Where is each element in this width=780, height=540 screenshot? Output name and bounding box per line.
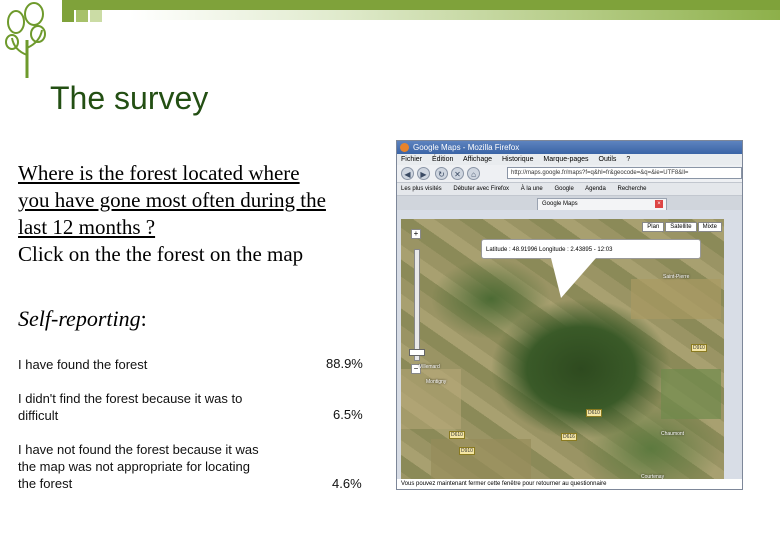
road-label: D910 [459,447,475,455]
road-label: D910 [691,344,707,352]
bookmarks-bar: Les plus visités Débuter avec Firefox À … [397,183,742,196]
self-reporting-colon: : [140,306,147,331]
survey-question: Where is the forest located where you ha… [18,160,398,268]
menu-item[interactable]: Historique [502,156,534,163]
bookmark-item[interactable]: À la une [521,186,543,192]
response-text: difficult [18,408,59,423]
question-line: Where is the forest located where [18,161,300,185]
coordinates-tooltip: Latitude : 48.91996 Longitude : 2.43895 … [481,239,701,259]
menu-item[interactable]: Marque-pages [543,156,588,163]
map-type-button[interactable]: Plan [642,222,665,232]
map-type-button[interactable]: Satellite [665,222,697,232]
slide-title: The survey [50,80,209,116]
response-percent: 88.9% [326,356,363,371]
response-text: the forest [18,476,73,491]
bookmark-item[interactable]: Les plus visités [401,186,442,192]
place-label: Montigny [426,379,447,385]
tree-logo-icon [5,2,46,78]
browser-tab[interactable]: Google Maps × [537,198,667,210]
browser-window-title: Google Maps - Mozilla Firefox [413,143,520,152]
browser-title-bar: Google Maps - Mozilla Firefox [397,141,742,154]
browser-window: Google Maps - Mozilla Firefox Fichier Éd… [396,140,743,490]
menu-item[interactable]: Outils [599,156,617,163]
browser-menu-bar: Fichier Édition Affichage Historique Mar… [397,154,742,165]
zoom-slider-knob[interactable] [409,349,425,356]
home-icon[interactable]: ⌂ [467,167,480,180]
response-text: I didn't find the forest because it was … [18,391,243,406]
bookmark-item[interactable]: Agenda [585,186,606,192]
header-stripe [62,0,780,10]
road-label: D616 [561,433,577,441]
menu-item[interactable]: Affichage [463,156,492,163]
road-label: D610 [586,409,602,417]
question-line: you have gone most often during the [18,188,326,212]
browser-tab-strip: Google Maps × [397,196,742,210]
back-arrow-icon[interactable]: ◀ [401,167,414,180]
place-label: Saint-Pierre [663,274,690,280]
menu-item[interactable]: Fichier [401,156,422,163]
question-instruction: Click on the the forest on the map [18,242,304,266]
place-label: Villemard [419,364,440,370]
header-square [76,10,88,22]
field-patch [631,279,721,319]
bookmark-item[interactable]: Recherche [618,186,647,192]
map-type-controls: Plan Satellite Mixte [641,222,722,232]
zoom-slider-rail[interactable] [414,249,420,361]
header-square [90,10,102,22]
question-line: last 12 months ? [18,215,156,239]
road-label: D610 [449,431,465,439]
field-patch [661,369,721,419]
map-type-button[interactable]: Mixte [697,222,722,232]
bookmark-item[interactable]: Google [554,186,573,192]
tooltip-pointer [551,258,596,298]
url-bar[interactable]: http://maps.google.fr/maps?f=q&hl=fr&geo… [507,167,742,179]
menu-item[interactable]: ? [626,156,630,163]
response-text: I have found the forest [18,357,148,372]
close-tab-icon[interactable]: × [655,200,663,208]
browser-status-bar: Vous pouvez maintenant fermer cette fenê… [397,479,742,489]
browser-nav-bar: ◀ ▶ ↻ ✕ ⌂ http://maps.google.fr/maps?f=q… [397,165,742,183]
self-reporting-label: Self-reporting [18,306,141,331]
reload-icon[interactable]: ↻ [435,167,448,180]
response-percent: 4.6% [332,476,362,491]
header-gradient-stripe [130,10,780,20]
response-item: I didn't find the forest because it was … [18,390,278,424]
response-text: I have not found the forest because it w… [18,442,259,457]
menu-item[interactable]: Édition [432,156,453,163]
firefox-icon [400,143,409,152]
response-item: I have not found the forest because it w… [18,441,278,492]
response-item: I have found the forest [18,356,278,373]
response-percent: 6.5% [333,407,363,422]
self-reporting-heading: Self-reporting: [18,306,147,332]
header-square [62,10,74,22]
bookmark-item[interactable]: Débuter avec Firefox [453,186,509,192]
stop-icon[interactable]: ✕ [451,167,464,180]
forward-arrow-icon[interactable]: ▶ [417,167,430,180]
field-patch [401,369,461,429]
zoom-in-icon[interactable]: + [411,229,421,239]
place-label: Chaumont [661,431,685,437]
tab-title: Google Maps [542,201,578,207]
zoom-control: + − [409,229,425,374]
response-text: the map was not appropriate for locating [18,459,250,474]
satellite-map[interactable]: Plan Satellite Mixte + − Latitude : 48.9… [401,219,724,489]
